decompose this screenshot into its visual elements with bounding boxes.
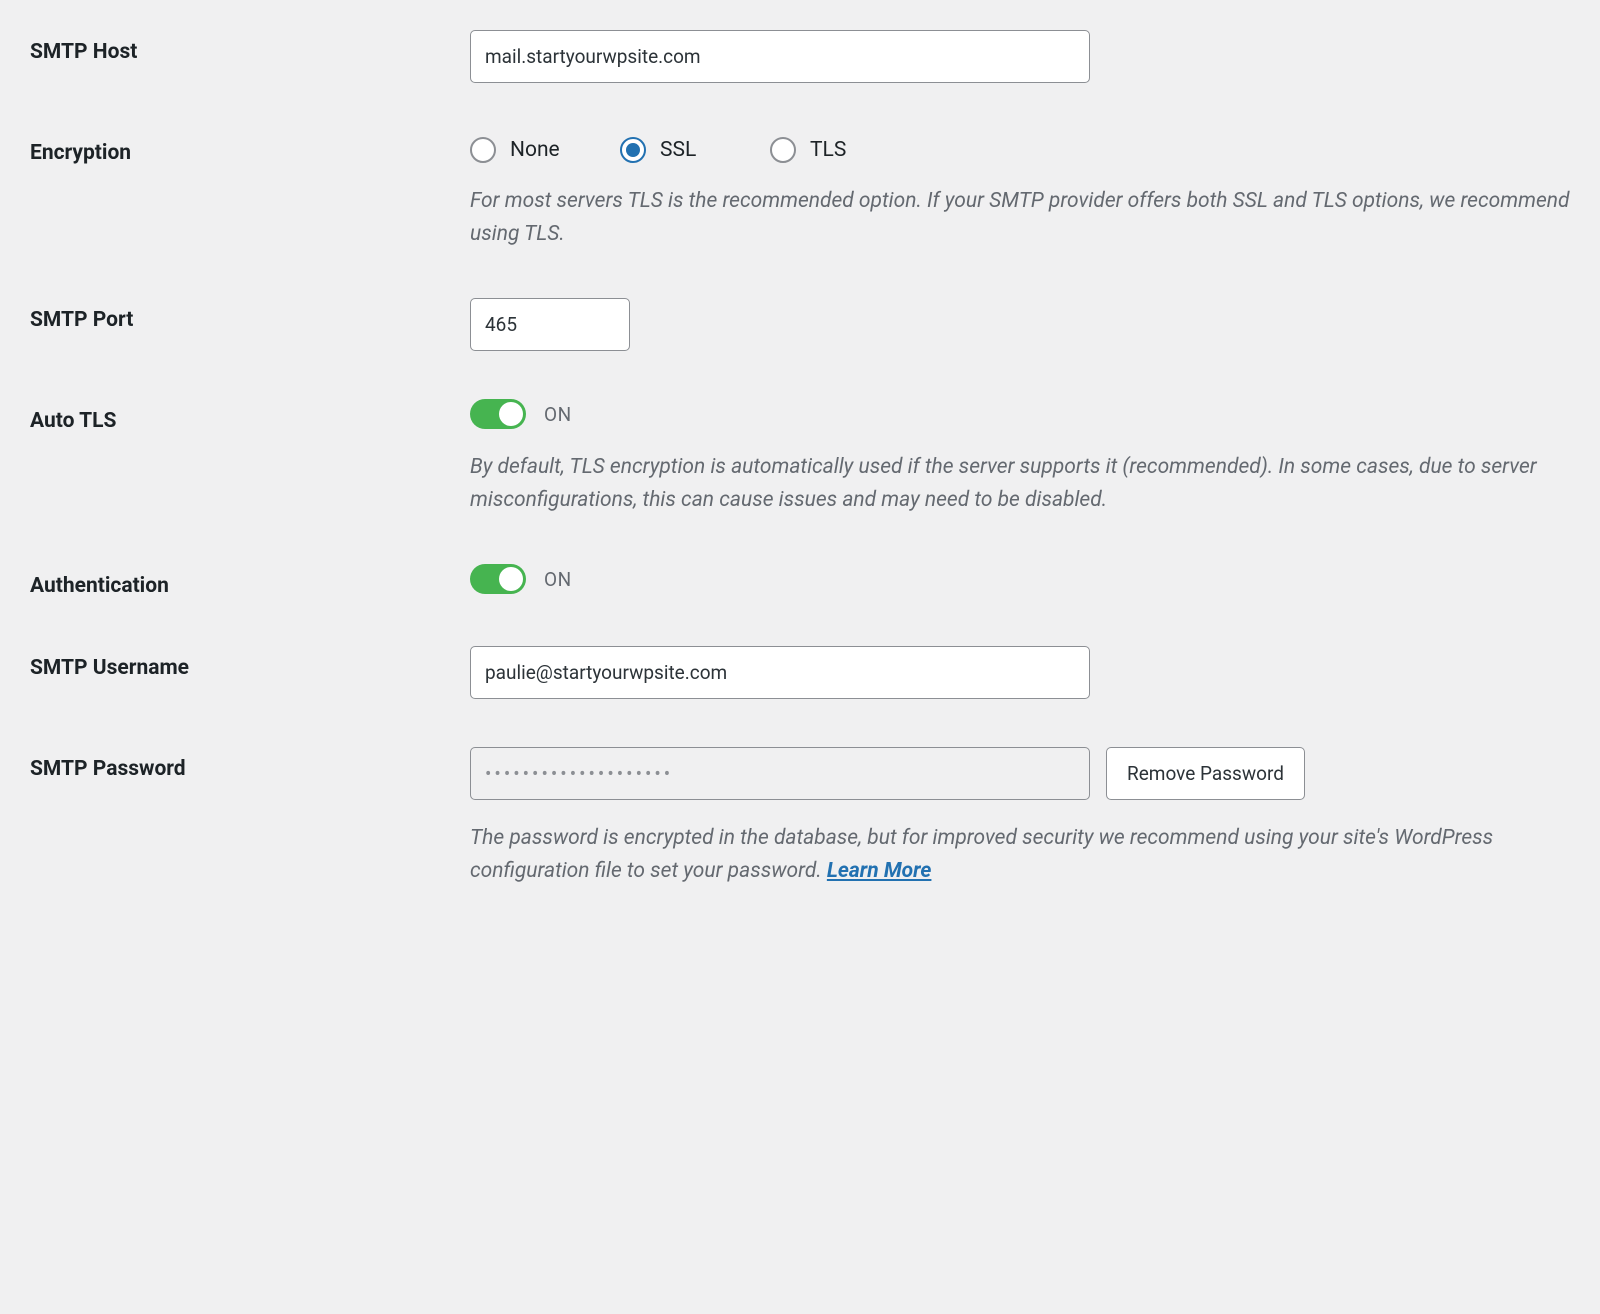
auto-tls-toggle[interactable] xyxy=(470,399,526,429)
radio-icon xyxy=(470,137,496,163)
encryption-label: Encryption xyxy=(30,131,470,165)
toggle-knob-icon xyxy=(499,567,523,591)
auto-tls-description: By default, TLS encryption is automatica… xyxy=(470,451,1570,516)
encryption-radio-group: None SSL TLS xyxy=(470,131,1570,163)
smtp-password-row: SMTP Password Remove Password The passwo… xyxy=(30,747,1570,887)
authentication-toggle[interactable] xyxy=(470,564,526,594)
smtp-host-row: SMTP Host xyxy=(30,30,1570,83)
authentication-state: ON xyxy=(544,568,572,591)
encryption-description: For most servers TLS is the recommended … xyxy=(470,185,1570,250)
smtp-password-label: SMTP Password xyxy=(30,747,470,781)
smtp-host-label: SMTP Host xyxy=(30,30,470,64)
encryption-option-tls[interactable]: TLS xyxy=(770,137,890,163)
smtp-port-input[interactable] xyxy=(470,298,630,351)
encryption-ssl-label: SSL xyxy=(660,138,740,162)
smtp-username-row: SMTP Username xyxy=(30,646,1570,699)
auto-tls-row: Auto TLS ON By default, TLS encryption i… xyxy=(30,399,1570,516)
auto-tls-label: Auto TLS xyxy=(30,399,470,433)
smtp-host-input[interactable] xyxy=(470,30,1090,83)
smtp-username-input[interactable] xyxy=(470,646,1090,699)
encryption-row: Encryption None SSL TLS For most servers… xyxy=(30,131,1570,250)
radio-icon xyxy=(770,137,796,163)
encryption-tls-label: TLS xyxy=(810,138,890,162)
smtp-port-row: SMTP Port xyxy=(30,298,1570,351)
encryption-option-ssl[interactable]: SSL xyxy=(620,137,740,163)
remove-password-button[interactable]: Remove Password xyxy=(1106,747,1305,800)
auto-tls-state: ON xyxy=(544,403,572,426)
radio-icon xyxy=(620,137,646,163)
smtp-password-description-text: The password is encrypted in the databas… xyxy=(470,826,1493,883)
smtp-password-description: The password is encrypted in the databas… xyxy=(470,822,1570,887)
smtp-password-input[interactable] xyxy=(470,747,1090,800)
toggle-knob-icon xyxy=(499,402,523,426)
learn-more-link[interactable]: Learn More xyxy=(827,859,932,883)
authentication-row: Authentication ON xyxy=(30,564,1570,598)
smtp-port-label: SMTP Port xyxy=(30,298,470,332)
authentication-label: Authentication xyxy=(30,564,470,598)
encryption-none-label: None xyxy=(510,138,590,162)
encryption-option-none[interactable]: None xyxy=(470,137,590,163)
smtp-username-label: SMTP Username xyxy=(30,646,470,680)
